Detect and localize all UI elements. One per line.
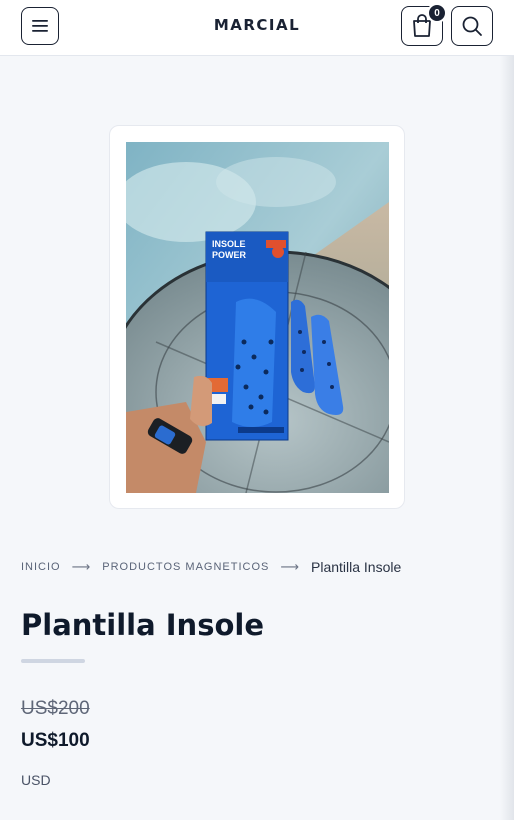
page-edge-shadow — [500, 56, 514, 820]
title-divider — [21, 659, 85, 663]
cart-count-badge: 0 — [427, 3, 447, 23]
search-button[interactable] — [451, 6, 493, 46]
sale-price: US$100 — [21, 730, 90, 751]
box-brand-line2: POWER — [212, 250, 247, 260]
currency-label: USD — [21, 772, 51, 788]
breadcrumb-current: Plantilla Insole — [311, 559, 402, 575]
search-icon — [462, 16, 482, 36]
breadcrumb-home-link[interactable]: INICIO — [21, 561, 61, 573]
product-title: Plantilla Insole — [21, 608, 264, 642]
product-photo[interactable]: INSOLE POWER — [126, 142, 389, 493]
original-price: US$200 — [21, 698, 90, 719]
product-image-card[interactable]: INSOLE POWER — [109, 125, 405, 509]
cart-button[interactable]: 0 — [401, 3, 447, 46]
product-image: INSOLE POWER — [126, 142, 389, 493]
site-header: MARCIAL 0 — [0, 0, 514, 56]
box-brand-line1: INSOLE — [212, 239, 246, 249]
breadcrumb: INICIO ⟶ PRODUCTOS MAGNETICOS ⟶ Plantill… — [21, 559, 401, 575]
breadcrumb-arrow-icon: ⟶ — [71, 559, 92, 574]
breadcrumb-arrow-icon: ⟶ — [280, 559, 300, 574]
breadcrumb-category-link[interactable]: PRODUCTOS MAGNETICOS — [102, 561, 269, 573]
